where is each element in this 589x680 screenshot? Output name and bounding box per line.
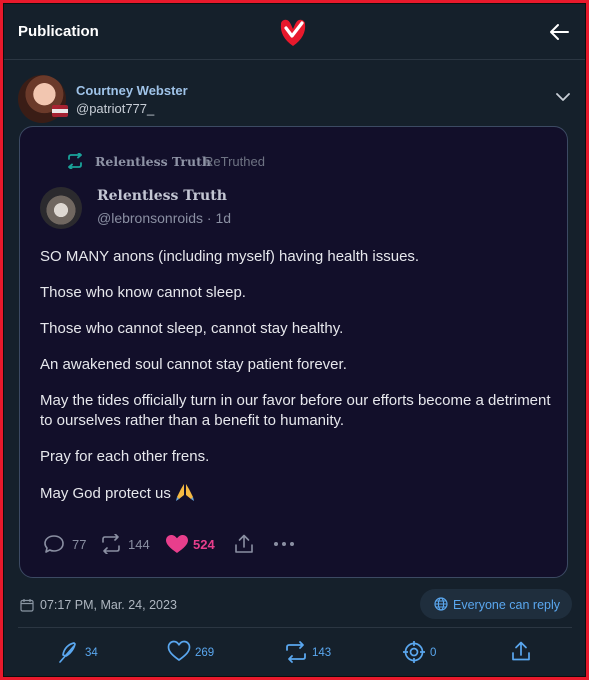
post-paragraph: Pray for each other frens.: [40, 448, 210, 465]
retruth-icon: [286, 641, 306, 663]
post-body: SO MANY anons (including myself) having …: [40, 247, 555, 520]
page-title: Publication: [18, 23, 99, 40]
reply-button[interactable]: 77: [44, 532, 104, 556]
reply-stat-button[interactable]: 34: [57, 640, 107, 666]
post-paragraph-text: May God protect us: [40, 485, 171, 502]
like-count: 524: [193, 537, 215, 552]
post-paragraph-last: May God protect us: [40, 483, 555, 504]
crosshair-icon: [403, 641, 425, 663]
globe-icon: [434, 597, 448, 611]
divider: [18, 627, 572, 628]
feather-icon: [59, 642, 76, 663]
heart-icon: [166, 535, 188, 553]
quoted-avatar[interactable]: [40, 187, 82, 229]
retruth-stat-count: 143: [312, 647, 332, 659]
author-handle[interactable]: @patriot777_: [76, 101, 154, 116]
quote-stat-count: 0: [430, 647, 437, 659]
heart-outline-icon: [167, 640, 191, 661]
more-options-button[interactable]: [272, 532, 300, 556]
like-stat-button[interactable]: 269: [167, 640, 222, 666]
post-author: Courtney Webster @patriot777_: [18, 72, 574, 123]
avatar[interactable]: [18, 75, 68, 123]
share-button[interactable]: [234, 532, 258, 556]
quoted-author-handle[interactable]: @lebronsonroids · 1d: [97, 210, 231, 226]
retruth-count: 144: [128, 537, 150, 552]
post-timestamp: 07:17 PM, Mar. 24, 2023: [40, 598, 177, 612]
quote-stat-button[interactable]: 0: [402, 640, 442, 666]
top-bar: Publication: [4, 4, 585, 60]
like-stat-count: 269: [195, 647, 215, 659]
post-paragraph: May the tides officially turn in our fav…: [40, 392, 551, 429]
chevron-down-icon[interactable]: [556, 92, 570, 102]
reply-permission-button[interactable]: Everyone can reply: [420, 589, 572, 619]
calendar-icon: [20, 599, 34, 612]
quoted-post-card[interactable]: Relentless Truth ReTruthed Relentless Tr…: [19, 126, 568, 578]
retruth-user-name[interactable]: Relentless Truth: [95, 154, 211, 169]
post-paragraph: An awakened soul cannot stay patient for…: [40, 356, 347, 373]
author-name[interactable]: Courtney Webster: [76, 83, 188, 98]
retruth-button[interactable]: 144: [100, 532, 170, 556]
like-button[interactable]: 524: [165, 532, 235, 556]
retruth-icon: [102, 534, 120, 554]
retruth-icon: [68, 153, 82, 169]
reply-stat-count: 34: [85, 647, 98, 659]
post-paragraph: Those who know cannot sleep.: [40, 284, 246, 301]
retruth-label: ReTruthed: [204, 154, 265, 169]
share-icon: [235, 534, 253, 553]
reply-permission-label: Everyone can reply: [453, 598, 561, 612]
post-meta: 07:17 PM, Mar. 24, 2023 Everyone can rep…: [18, 589, 572, 621]
truth-social-logo-icon[interactable]: [278, 16, 308, 48]
post-paragraph: Those who cannot sleep, cannot stay heal…: [40, 320, 344, 337]
share-icon: [512, 641, 530, 661]
share-stat-button[interactable]: [510, 640, 534, 666]
praying-hands-icon: [175, 484, 194, 501]
arrow-left-icon[interactable]: [548, 21, 570, 43]
post-stats-bar: 34 269 143 0: [4, 636, 587, 668]
retruth-stat-button[interactable]: 143: [284, 640, 339, 666]
reply-icon: [44, 535, 64, 553]
app-frame: Publication Courtney Webster @patriot777…: [3, 3, 586, 677]
quoted-author-name[interactable]: Relentless Truth: [97, 188, 227, 204]
reply-count: 77: [72, 537, 87, 552]
quoted-post-actions: 77 144 524: [44, 532, 544, 556]
post-paragraph: SO MANY anons (including myself) having …: [40, 248, 420, 265]
ellipsis-icon: [274, 542, 294, 546]
